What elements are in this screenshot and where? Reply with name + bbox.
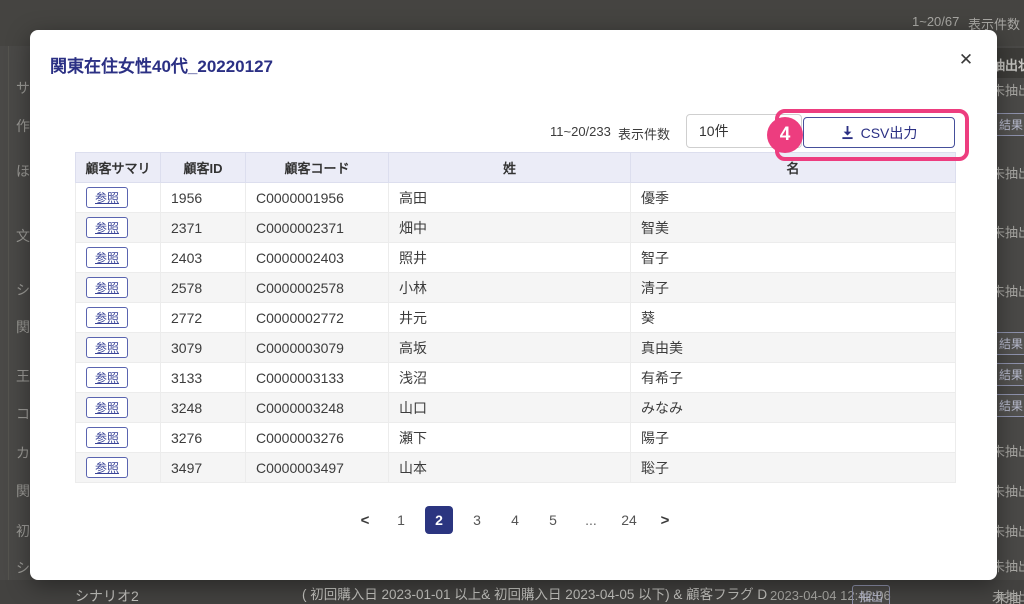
customer-id: 1956 [161, 183, 246, 213]
column-header-id: 顧客ID [161, 153, 246, 183]
reference-button[interactable]: 参照 [86, 277, 128, 298]
reference-button[interactable]: 参照 [86, 337, 128, 358]
customer-firstname: 聡子 [631, 453, 956, 483]
customer-lastname: 小林 [389, 273, 631, 303]
table-row: 参照 3079 C0000003079 高坂 真由美 [76, 333, 956, 363]
customer-lastname: 瀬下 [389, 423, 631, 453]
customer-code: C0000002772 [246, 303, 389, 333]
customer-firstname: 有希子 [631, 363, 956, 393]
customer-id: 2371 [161, 213, 246, 243]
table-row: 参照 2403 C0000002403 照井 智子 [76, 243, 956, 273]
customer-code: C0000003079 [246, 333, 389, 363]
result-range-info: 11~20/233 [550, 124, 611, 139]
customer-code: C0000003276 [246, 423, 389, 453]
csv-export-button[interactable]: CSV出力 [803, 117, 955, 148]
customer-firstname: 真由美 [631, 333, 956, 363]
download-icon [841, 126, 854, 140]
table-header-row: 顧客サマリ 顧客ID 顧客コード 姓 名 [76, 153, 956, 183]
table-row: 参照 2578 C0000002578 小林 清子 [76, 273, 956, 303]
customer-id: 3276 [161, 423, 246, 453]
customer-firstname: 智子 [631, 243, 956, 273]
customer-id: 3133 [161, 363, 246, 393]
customer-id: 2578 [161, 273, 246, 303]
table-row: 参照 2371 C0000002371 畑中 智美 [76, 213, 956, 243]
customer-lastname: 山口 [389, 393, 631, 423]
pagination-prev-icon[interactable]: < [353, 506, 377, 534]
customer-firstname: 智美 [631, 213, 956, 243]
reference-button[interactable]: 参照 [86, 427, 128, 448]
customer-firstname: 陽子 [631, 423, 956, 453]
customer-code: C0000003133 [246, 363, 389, 393]
table-row: 参照 3133 C0000003133 浅沼 有希子 [76, 363, 956, 393]
background-table-border [8, 46, 9, 604]
pagination-page-5[interactable]: 5 [539, 506, 567, 534]
reference-button[interactable]: 参照 [86, 367, 128, 388]
customer-code: C0000001956 [246, 183, 389, 213]
pagination-page-3[interactable]: 3 [463, 506, 491, 534]
background-status: 未抽 [995, 588, 1021, 604]
table-row: 参照 1956 C0000001956 高田 優季 [76, 183, 956, 213]
column-header-code: 顧客コード [246, 153, 389, 183]
customer-firstname: みなみ [631, 393, 956, 423]
pagination-next-icon[interactable]: > [653, 506, 677, 534]
customer-list-modal: 関東在住女性40代_20220127 ✕ 11~20/233 表示件数 10件 … [30, 30, 997, 580]
customer-lastname: 浅沼 [389, 363, 631, 393]
customer-id: 3079 [161, 333, 246, 363]
column-header-summary: 顧客サマリ [76, 153, 161, 183]
customer-id: 2772 [161, 303, 246, 333]
modal-title: 関東在住女性40代_20220127 [50, 52, 273, 77]
background-extract-button: 抽出 [852, 585, 890, 604]
reference-button[interactable]: 参照 [86, 457, 128, 478]
csv-export-label: CSV出力 [861, 123, 918, 143]
pagination-page-4[interactable]: 4 [501, 506, 529, 534]
customer-code: C0000003248 [246, 393, 389, 423]
customer-lastname: 井元 [389, 303, 631, 333]
pagination-ellipsis: ... [577, 506, 605, 534]
customer-code: C0000002403 [246, 243, 389, 273]
table-row: 参照 3276 C0000003276 瀬下 陽子 [76, 423, 956, 453]
reference-button[interactable]: 参照 [86, 187, 128, 208]
customer-lastname: 山本 [389, 453, 631, 483]
pagination-page-1[interactable]: 1 [387, 506, 415, 534]
reference-button[interactable]: 参照 [86, 217, 128, 238]
table-row: 参照 3248 C0000003248 山口 みなみ [76, 393, 956, 423]
pagination-page-2-active[interactable]: 2 [425, 506, 453, 534]
customer-firstname: 清子 [631, 273, 956, 303]
customer-code: C0000003497 [246, 453, 389, 483]
customer-id: 3497 [161, 453, 246, 483]
customer-lastname: 畑中 [389, 213, 631, 243]
customer-firstname: 優季 [631, 183, 956, 213]
column-header-lastname: 姓 [389, 153, 631, 183]
customer-lastname: 照井 [389, 243, 631, 273]
background-condition-text: ( 初回購入日 2023-01-01 以上& 初回購入日 2023-04-05 … [302, 583, 767, 603]
customer-id: 3248 [161, 393, 246, 423]
reference-button[interactable]: 参照 [86, 307, 128, 328]
customer-id: 2403 [161, 243, 246, 273]
close-icon[interactable]: ✕ [952, 46, 980, 74]
customer-lastname: 高田 [389, 183, 631, 213]
pagination: < 1 2 3 4 5 ... 24 > [75, 504, 955, 536]
annotation-step-number: 4 [767, 117, 803, 153]
customer-lastname: 高坂 [389, 333, 631, 363]
customer-table: 顧客サマリ 顧客ID 顧客コード 姓 名 参照 1956 C0000001956… [75, 152, 956, 483]
pagination-page-24[interactable]: 24 [615, 506, 643, 534]
background-range-info: 1~20/67 [912, 14, 959, 29]
customer-code: C0000002371 [246, 213, 389, 243]
reference-button[interactable]: 参照 [86, 247, 128, 268]
background-scenario-name: シナリオ2 [75, 586, 139, 604]
customer-code: C0000002578 [246, 273, 389, 303]
pagesize-label: 表示件数 [618, 124, 670, 143]
customer-firstname: 葵 [631, 303, 956, 333]
reference-button[interactable]: 参照 [86, 397, 128, 418]
table-row: 参照 2772 C0000002772 井元 葵 [76, 303, 956, 333]
column-header-firstname: 名 [631, 153, 956, 183]
table-row: 参照 3497 C0000003497 山本 聡子 [76, 453, 956, 483]
